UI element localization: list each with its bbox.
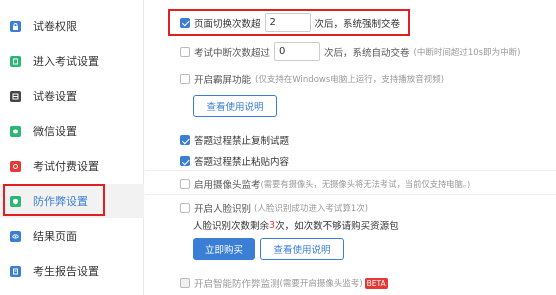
- no-copy-row: 答题过程禁止复制试题: [180, 133, 289, 147]
- lock-screen-label: 开启霸屏功能: [194, 75, 252, 86]
- face-id-hint: (人脸识别成功进入考试算1次): [254, 204, 369, 214]
- document-icon: [10, 55, 21, 67]
- face-id-label: 开启人脸识别: [194, 204, 252, 215]
- grid-icon: [10, 90, 21, 102]
- smart-monitor-label: 开启智能防作弊监测: [194, 279, 280, 290]
- sidebar-item-label: 防作弊设置: [33, 195, 88, 208]
- sidebar-item-label: 试卷设置: [33, 90, 77, 103]
- section-divider: [145, 194, 556, 195]
- sidebar-item-exam-permission[interactable]: 试卷权限: [0, 9, 144, 43]
- sidebar-item-paper-settings[interactable]: 试卷设置: [0, 79, 144, 113]
- report-icon: [10, 265, 21, 277]
- no-paste-checkbox[interactable]: [180, 156, 190, 166]
- wechat-icon: [10, 125, 21, 137]
- buy-now-button[interactable]: 立即购买: [193, 238, 255, 260]
- smart-monitor-checkbox[interactable]: [180, 278, 190, 288]
- face-id-checkbox[interactable]: [180, 203, 190, 213]
- eye-icon: [10, 230, 21, 242]
- sidebar-item-label: 结果页面: [33, 230, 77, 243]
- no-copy-checkbox[interactable]: [180, 135, 190, 145]
- face-id-remain-suffix: 次，如次数不够请购买资源包: [275, 221, 399, 232]
- smart-monitor-row: 开启智能防作弊监测 (需要开启摄像头监考) BETA: [180, 276, 388, 290]
- switch-limit-input[interactable]: 2: [264, 13, 311, 32]
- sidebar-item-label: 微信设置: [33, 125, 77, 138]
- sidebar-item-label: 考试付费设置: [33, 160, 99, 173]
- camera-hint: (需要有摄像头，无摄像头将无法考试，当前仅支持电脑。): [260, 179, 471, 189]
- lock-screen-row: 开启霸屏功能 (仅支持在Windows电脑上运行，支持播放音视频): [180, 72, 444, 86]
- sidebar-item-label: 进入考试设置: [33, 55, 99, 68]
- no-paste-label: 答题过程禁止粘贴内容: [194, 157, 290, 168]
- sidebar-item-payment-settings[interactable]: 考试付费设置: [0, 149, 144, 183]
- sidebar-item-label: 考生报告设置: [33, 265, 99, 278]
- no-paste-row: 答题过程禁止粘贴内容: [180, 154, 289, 168]
- pause-limit-hint: (中断时间超过10s即为中断): [413, 47, 521, 58]
- anti-cheat-settings-panel: 页面切换次数超 2 次后，系统强制交卷 考试中断次数超过 0 次后，系统自动交卷…: [145, 0, 556, 295]
- sidebar-item-report-settings[interactable]: 考生报告设置: [0, 254, 144, 288]
- sidebar-item-result-page[interactable]: 结果页面: [0, 219, 144, 253]
- lock-screen-hint: (仅支持在Windows电脑上运行，支持播放音视频): [255, 75, 445, 85]
- beta-badge: BETA: [364, 277, 388, 289]
- pause-limit-input[interactable]: 0: [274, 42, 321, 61]
- pause-limit-checkbox[interactable]: [180, 46, 190, 57]
- sidebar-item-entry-settings[interactable]: 进入考试设置: [0, 44, 144, 78]
- lock-screen-guide-button[interactable]: 查看使用说明: [193, 95, 277, 117]
- smart-monitor-hint: (需要开启摄像头监考): [279, 279, 363, 289]
- sidebar-item-wechat-settings[interactable]: 微信设置: [0, 114, 144, 148]
- pause-limit-label: 考试中断次数超过: [194, 47, 271, 59]
- face-id-guide-button[interactable]: 查看使用说明: [260, 238, 344, 260]
- switch-limit-checkbox[interactable]: [180, 17, 190, 28]
- face-id-remain-prefix: 人脸识别次数剩余: [193, 221, 270, 232]
- sidebar: 试卷权限 进入考试设置 试卷设置 微信设置 考试付费设置 防作弊设置 结果页面 …: [0, 0, 144, 295]
- camera-row: 启用摄像头监考 (需要有摄像头，无摄像头将无法考试，当前仅支持电脑。): [180, 177, 470, 191]
- switch-limit-suffix: 次后，系统强制交卷: [314, 18, 401, 30]
- sidebar-item-anti-cheat[interactable]: 防作弊设置: [0, 184, 144, 218]
- pause-limit-row: 考试中断次数超过 0 次后，系统自动交卷 (中断时间超过10s即为中断): [180, 42, 520, 61]
- camera-checkbox[interactable]: [180, 179, 190, 189]
- no-copy-label: 答题过程禁止复制试题: [194, 136, 290, 147]
- lock-icon: [10, 20, 21, 32]
- lock-screen-checkbox[interactable]: [180, 74, 190, 84]
- sidebar-item-label: 试卷权限: [33, 20, 77, 33]
- face-id-row: 开启人脸识别 (人脸识别成功进入考试算1次): [180, 201, 368, 215]
- shield-icon: [10, 195, 21, 207]
- switch-limit-row: 页面切换次数超 2 次后，系统强制交卷: [180, 13, 400, 32]
- pause-limit-suffix: 次后，系统自动交卷: [324, 47, 410, 59]
- payment-icon: [10, 160, 21, 172]
- section-divider: [145, 170, 556, 171]
- switch-limit-label: 页面切换次数超: [194, 18, 261, 30]
- face-id-remain-row: 人脸识别次数剩余 3 次，如次数不够请购买资源包: [193, 218, 399, 233]
- camera-label: 启用摄像头监考: [194, 180, 261, 191]
